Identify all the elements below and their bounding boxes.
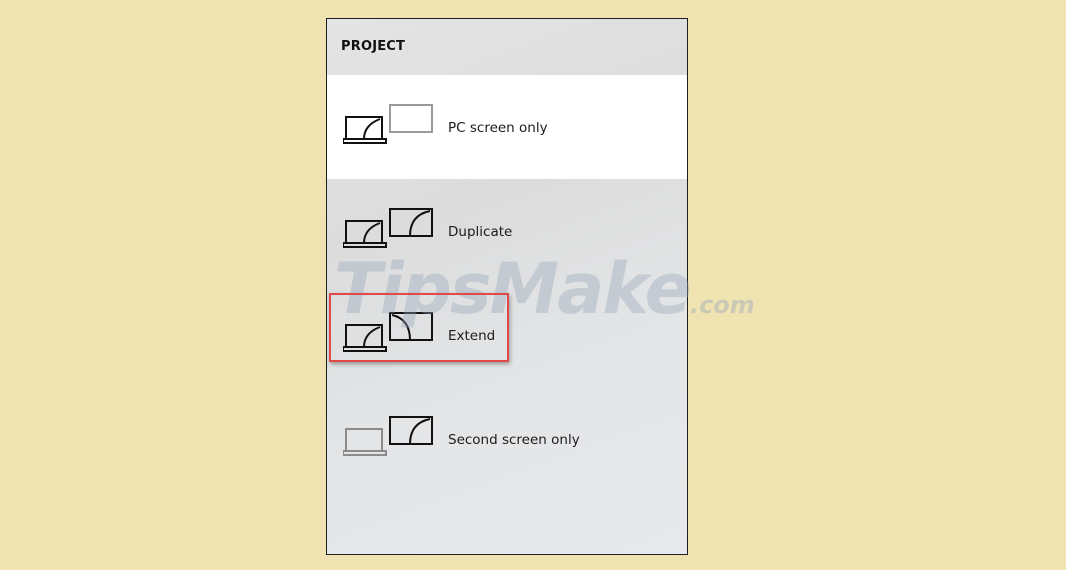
option-pc-screen-only[interactable]: PC screen only (327, 75, 687, 179)
option-second-screen-only[interactable]: Second screen only (327, 387, 687, 491)
option-duplicate[interactable]: Duplicate (327, 179, 687, 283)
option-label-duplicate: Duplicate (448, 224, 513, 240)
extend-icon (343, 312, 433, 352)
watermark-suffix: .com (689, 291, 755, 319)
second-screen-only-icon (343, 416, 433, 456)
panel-title: PROJECT (341, 39, 406, 54)
pc-screen-only-icon (343, 104, 433, 144)
project-panel: PROJECT PC screen only Duplicate Extend … (326, 18, 688, 555)
option-extend[interactable]: Extend (327, 283, 687, 387)
option-label-pc-screen-only: PC screen only (448, 120, 548, 136)
option-label-extend: Extend (448, 328, 496, 344)
duplicate-icon (343, 208, 433, 248)
option-label-second-screen-only: Second screen only (448, 432, 580, 448)
